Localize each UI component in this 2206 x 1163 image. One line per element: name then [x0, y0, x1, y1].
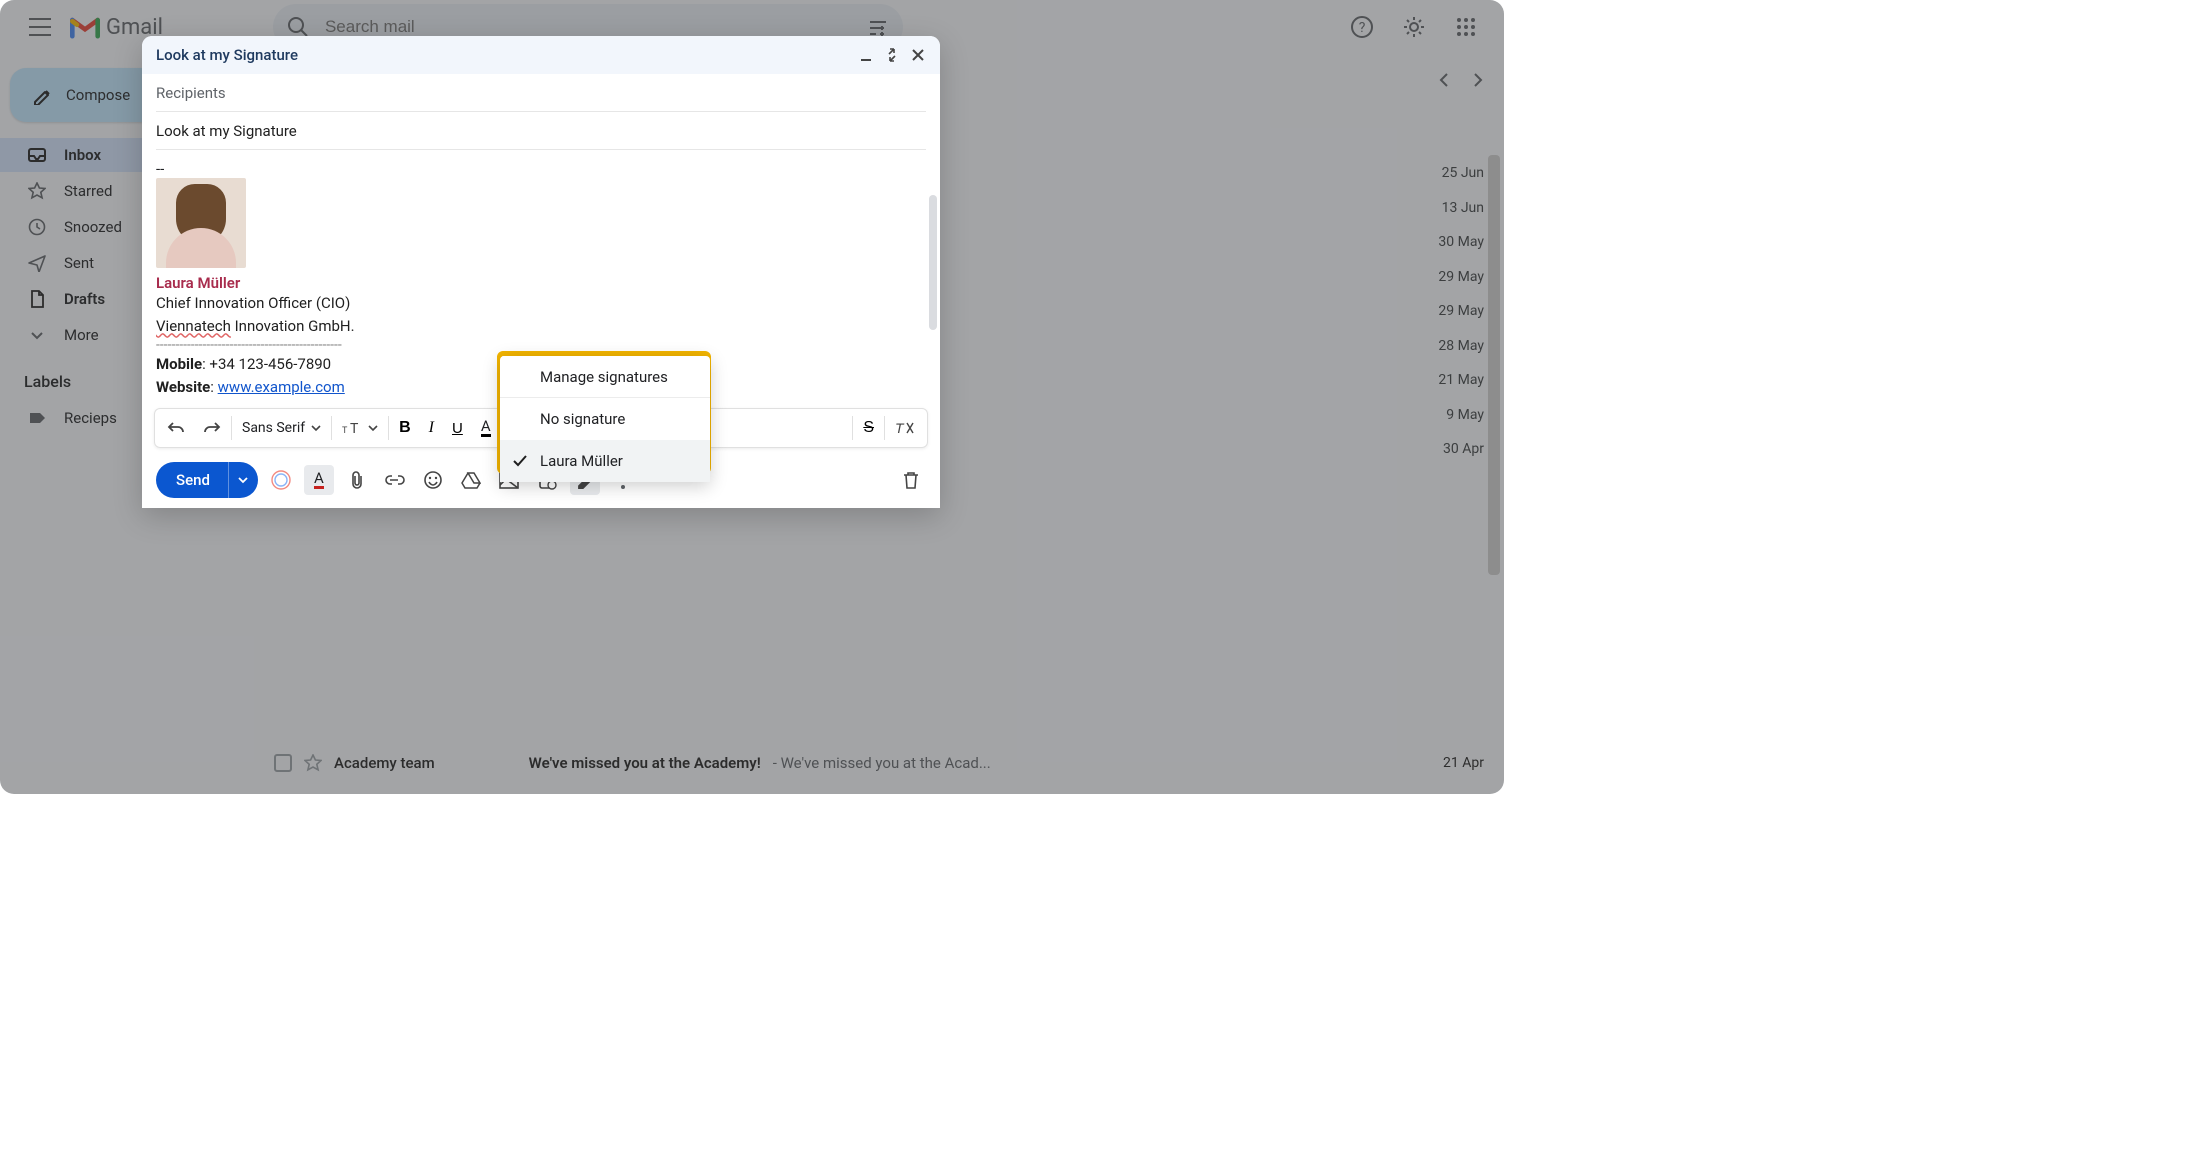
caret-down-icon — [311, 423, 321, 433]
svg-text:T: T — [342, 426, 348, 436]
recipients-placeholder: Recipients — [156, 84, 226, 102]
font-family-value: Sans Serif — [242, 420, 305, 436]
svg-text:T: T — [350, 421, 359, 436]
undo-button[interactable] — [163, 416, 189, 440]
insert-drive-button[interactable] — [456, 465, 486, 495]
subject-field[interactable]: Look at my Signature — [156, 112, 926, 150]
redo-icon — [203, 420, 221, 436]
font-family-select[interactable]: Sans Serif — [238, 420, 325, 436]
send-button[interactable]: Send — [156, 462, 258, 498]
drive-icon — [461, 471, 481, 489]
menu-label: No signature — [540, 410, 625, 428]
attach-file-button[interactable] — [342, 465, 372, 495]
emoji-icon — [423, 470, 443, 490]
signature-mobile-label: Mobile — [156, 355, 202, 373]
caret-down-icon — [238, 475, 248, 485]
clear-formatting-button[interactable]: T — [891, 416, 919, 440]
signature-role: Chief Innovation Officer (CIO) — [156, 292, 926, 315]
italic-button[interactable]: I — [425, 415, 438, 441]
clear-format-icon: T — [895, 420, 915, 436]
compose-body-scrollbar[interactable] — [929, 195, 937, 330]
send-options-button[interactable] — [228, 462, 258, 498]
signature-rule: ----------------------------------------… — [156, 337, 926, 353]
signature-company-name: Viennatech — [156, 317, 231, 335]
undo-icon — [167, 420, 185, 436]
signature-menu-none[interactable]: No signature — [500, 398, 710, 440]
menu-label: Laura Müller — [540, 452, 623, 470]
ai-compose-button[interactable] — [266, 465, 296, 495]
signature-company-suffix: Innovation GmbH. — [231, 317, 355, 335]
signature-separator: -- — [156, 160, 926, 178]
send-label: Send — [156, 471, 228, 489]
signature-menu-manage[interactable]: Manage signatures — [500, 356, 710, 398]
signature-company: Viennatech Innovation GmbH. — [156, 315, 926, 338]
sparkle-pen-icon — [270, 469, 292, 491]
compose-header[interactable]: Look at my Signature — [142, 36, 940, 74]
underline-button[interactable]: U — [448, 416, 467, 441]
insert-link-button[interactable] — [380, 465, 410, 495]
discard-draft-button[interactable] — [896, 465, 926, 495]
insert-emoji-button[interactable] — [418, 465, 448, 495]
subject-value: Look at my Signature — [156, 122, 297, 140]
signature-website-link[interactable]: www.example.com — [218, 378, 345, 396]
link-icon — [385, 473, 405, 487]
font-size-select[interactable]: TT — [338, 420, 382, 436]
recipients-field[interactable]: Recipients — [156, 74, 926, 112]
minimize-icon[interactable] — [858, 47, 874, 63]
menu-label: Manage signatures — [540, 368, 668, 386]
signature-name: Laura Müller — [156, 274, 926, 292]
signature-mobile-value: : +34 123-456-7890 — [202, 355, 331, 373]
compose-title: Look at my Signature — [156, 46, 298, 64]
signature-website-sep: : — [210, 378, 217, 396]
signature-menu-selected[interactable]: Laura Müller — [500, 440, 710, 482]
signature-photo — [156, 178, 246, 268]
trash-icon — [902, 470, 920, 490]
bold-button[interactable]: B — [395, 415, 415, 441]
text-formatting-toggle[interactable]: A — [304, 465, 334, 495]
signature-menu: Manage signatures No signature Laura Mül… — [500, 356, 710, 482]
font-size-icon: TT — [342, 420, 362, 436]
check-icon — [512, 453, 528, 469]
paperclip-icon — [348, 470, 366, 490]
exit-fullscreen-icon[interactable] — [884, 47, 900, 63]
caret-down-icon — [368, 423, 378, 433]
svg-text:T: T — [895, 420, 905, 436]
signature-website-label: Website — [156, 378, 210, 396]
close-icon[interactable] — [910, 47, 926, 63]
redo-button[interactable] — [199, 416, 225, 440]
strikethrough-button[interactable]: S — [859, 415, 878, 441]
